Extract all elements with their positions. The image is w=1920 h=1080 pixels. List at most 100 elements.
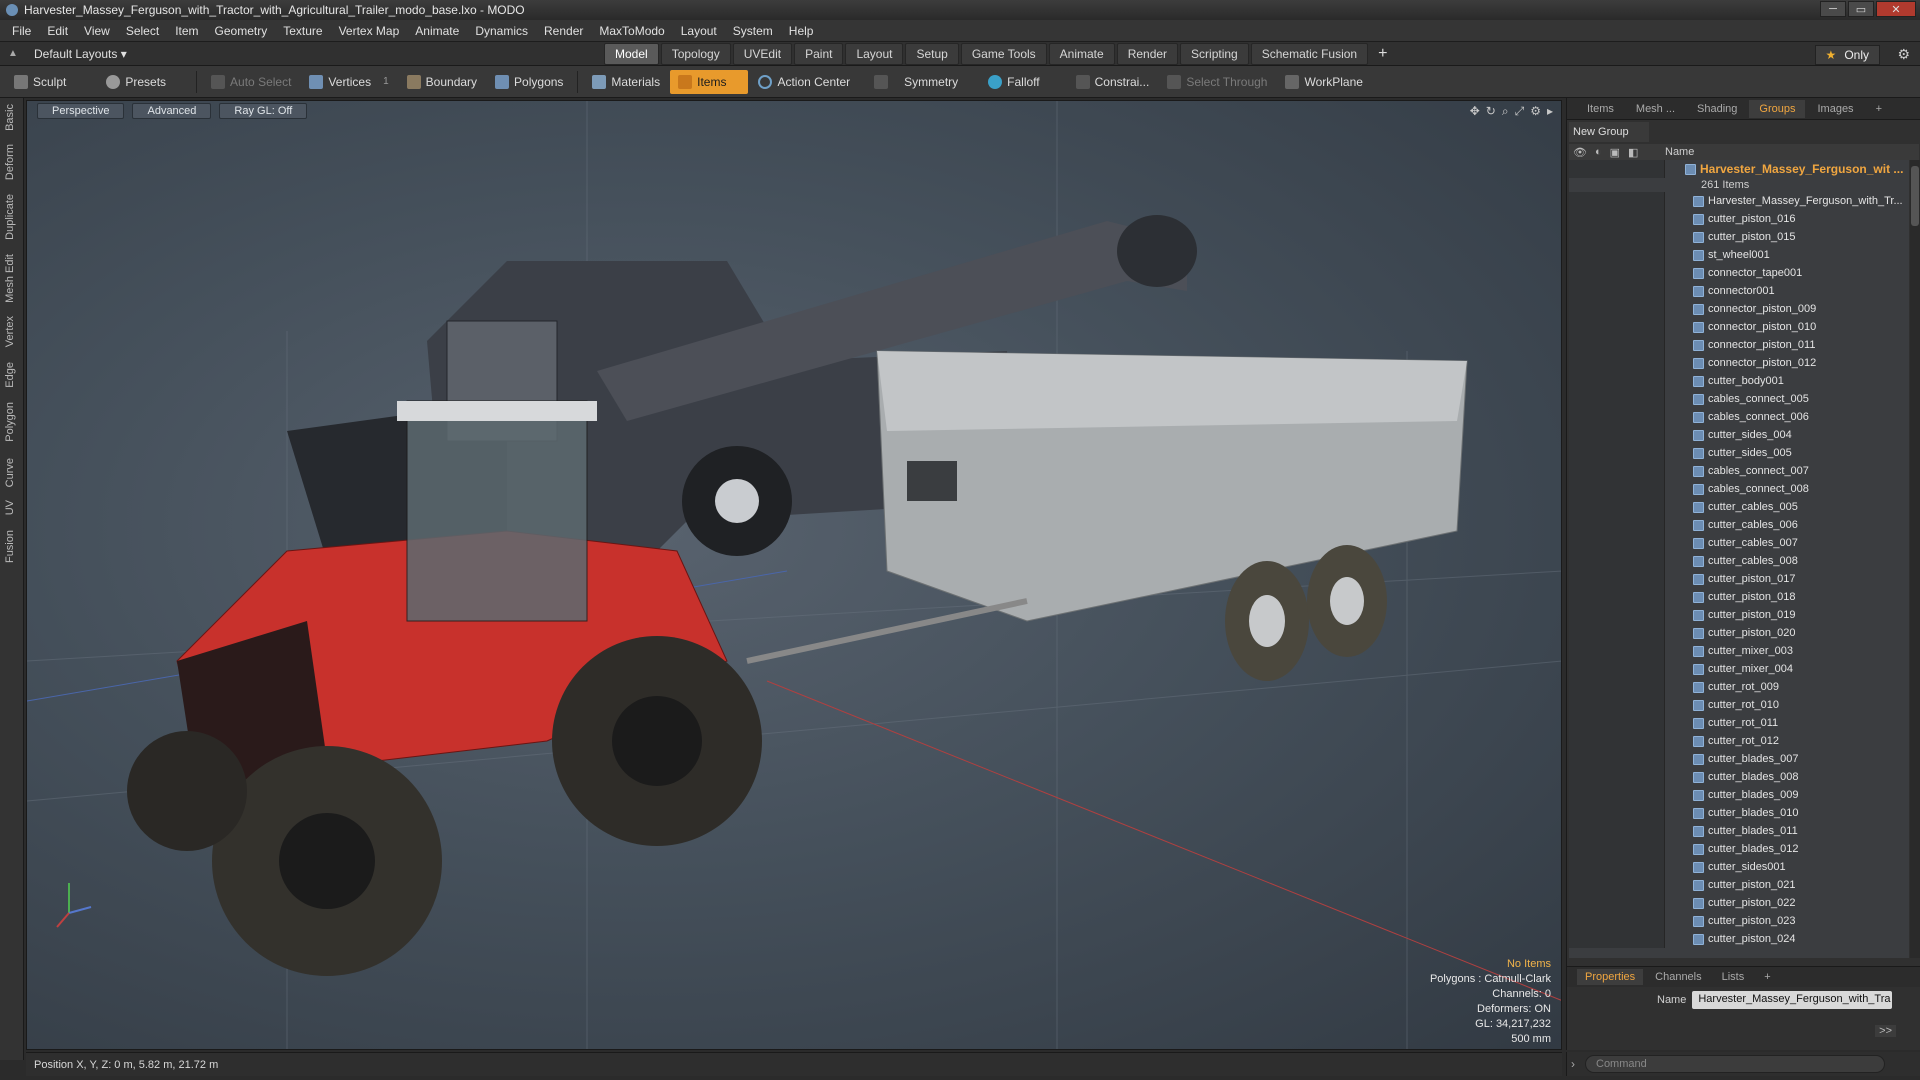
tab-model[interactable]: Model	[604, 43, 659, 65]
menu-view[interactable]: View	[76, 24, 118, 38]
list-item[interactable]: cables_connect_005	[1569, 390, 1909, 408]
tab-paint[interactable]: Paint	[794, 43, 844, 65]
menu-animate[interactable]: Animate	[407, 24, 467, 38]
name-field[interactable]: Harvester_Massey_Ferguson_with_Tra	[1692, 991, 1893, 1009]
layout-selector[interactable]: Default Layouts ▾	[34, 47, 127, 61]
polygons-button[interactable]: Polygons	[487, 70, 571, 94]
select-through-button[interactable]: Select Through	[1159, 70, 1275, 94]
tab-render[interactable]: Render	[1116, 43, 1179, 65]
lock-icon[interactable]: ▣	[1610, 146, 1620, 159]
list-item[interactable]: cutter_piston_023	[1569, 912, 1909, 930]
list-item[interactable]: cutter_blades_010	[1569, 804, 1909, 822]
tab-mesh[interactable]: Mesh ...	[1626, 100, 1685, 118]
gear-icon[interactable]: ⚙	[1897, 46, 1910, 63]
advanced-button[interactable]: Advanced	[132, 103, 212, 119]
menu-texture[interactable]: Texture	[275, 24, 330, 38]
new-group-button[interactable]: New Group	[1569, 122, 1649, 142]
vtab-deform[interactable]: Deform	[4, 144, 16, 180]
falloff-button[interactable]: Falloff	[980, 70, 1047, 94]
pan-icon[interactable]: ✥	[1470, 104, 1480, 119]
zoom-icon[interactable]: ⌕	[1502, 104, 1509, 119]
list-item[interactable]: connector_piston_012	[1569, 354, 1909, 372]
vtab-fusion[interactable]: Fusion	[4, 530, 16, 563]
vtab-mesh-edit[interactable]: Mesh Edit	[4, 254, 16, 303]
list-item[interactable]: cutter_rot_012	[1569, 732, 1909, 750]
only-button[interactable]: ★ Only	[1814, 45, 1880, 65]
list-item[interactable]: cutter_mixer_004	[1569, 660, 1909, 678]
vtab-basic[interactable]: Basic	[4, 104, 16, 131]
minimize-button[interactable]: ─	[1820, 1, 1846, 17]
maximize-button[interactable]: ▭	[1848, 1, 1874, 17]
menu-system[interactable]: System	[725, 24, 781, 38]
scrollbar-thumb[interactable]	[1911, 166, 1919, 226]
tab-animate[interactable]: Animate	[1048, 43, 1115, 65]
list-item[interactable]: cables_connect_008	[1569, 480, 1909, 498]
groups-scrollbar[interactable]	[1910, 160, 1920, 958]
action-center-button[interactable]: Action Center	[750, 70, 858, 94]
list-item[interactable]: st_wheel001	[1569, 246, 1909, 264]
add-properties-tab-icon[interactable]: +	[1756, 969, 1778, 985]
list-item[interactable]: Harvester_Massey_Ferguson_with_Tr...	[1569, 192, 1909, 210]
vtab-duplicate[interactable]: Duplicate	[4, 194, 16, 240]
list-item[interactable]: cutter_piston_020	[1569, 624, 1909, 642]
list-item[interactable]: cutter_piston_018	[1569, 588, 1909, 606]
list-item[interactable]: cutter_sides_005	[1569, 444, 1909, 462]
sculpt-button[interactable]: Sculpt	[6, 70, 74, 94]
vtab-vertex[interactable]: Vertex	[4, 316, 16, 347]
group-row[interactable]: Harvester_Massey_Ferguson_wit ...	[1569, 160, 1909, 178]
visibility-eye-icon[interactable]: 👁	[1573, 146, 1587, 159]
expand-button[interactable]: >>	[1875, 1025, 1896, 1037]
tab-scripting[interactable]: Scripting	[1180, 43, 1249, 65]
menu-select[interactable]: Select	[118, 24, 167, 38]
tab-topology[interactable]: Topology	[660, 43, 731, 65]
tab-images[interactable]: Images	[1807, 100, 1863, 118]
tab-layout[interactable]: Layout	[845, 43, 904, 65]
items-button[interactable]: Items	[670, 69, 749, 94]
materials-button[interactable]: Materials	[584, 70, 668, 94]
tab-setup[interactable]: Setup	[905, 43, 959, 65]
constraints-button[interactable]: Constrai...	[1068, 70, 1158, 94]
menu-geometry[interactable]: Geometry	[207, 24, 276, 38]
render-icon[interactable]: ◐	[1595, 146, 1602, 159]
vtab-uv[interactable]: UV	[4, 500, 16, 515]
list-item[interactable]: cutter_piston_016	[1569, 210, 1909, 228]
list-item[interactable]: cutter_body001	[1569, 372, 1909, 390]
list-item[interactable]: connector_tape001	[1569, 264, 1909, 282]
menu-file[interactable]: File	[4, 24, 39, 38]
list-item[interactable]: cutter_blades_012	[1569, 840, 1909, 858]
command-input[interactable]: Command	[1585, 1055, 1885, 1073]
tab-game-tools[interactable]: Game Tools	[960, 43, 1047, 65]
list-item[interactable]: cutter_sides001	[1569, 858, 1909, 876]
menu-help[interactable]: Help	[781, 24, 822, 38]
menu-vertex-map[interactable]: Vertex Map	[331, 24, 408, 38]
list-item[interactable]: cutter_piston_019	[1569, 606, 1909, 624]
perspective-button[interactable]: Perspective	[37, 103, 125, 119]
list-item[interactable]: cutter_piston_015	[1569, 228, 1909, 246]
list-item[interactable]: connector001	[1569, 282, 1909, 300]
list-item[interactable]: connector_piston_011	[1569, 336, 1909, 354]
fit-icon[interactable]: ⤢	[1515, 104, 1525, 119]
list-item[interactable]: cutter_sides_004	[1569, 426, 1909, 444]
menu-edit[interactable]: Edit	[39, 24, 76, 38]
list-item[interactable]: cutter_mixer_003	[1569, 642, 1909, 660]
list-item[interactable]: cutter_rot_010	[1569, 696, 1909, 714]
tab-properties[interactable]: Properties	[1577, 969, 1644, 985]
menu-maxtomodo[interactable]: MaxToModo	[591, 24, 672, 38]
list-item[interactable]: cutter_cables_008	[1569, 552, 1909, 570]
list-item[interactable]: cables_connect_006	[1569, 408, 1909, 426]
vtab-curve[interactable]: Curve	[4, 458, 16, 487]
close-button[interactable]: ✕	[1876, 1, 1916, 17]
auto-select-button[interactable]: Auto Select	[203, 70, 299, 94]
list-item[interactable]: cutter_piston_017	[1569, 570, 1909, 588]
list-item[interactable]: cables_connect_007	[1569, 462, 1909, 480]
3d-viewport[interactable]: Perspective Advanced Ray GL: Off ✥ ↻ ⌕ ⤢…	[26, 100, 1562, 1050]
workplane-button[interactable]: WorkPlane	[1277, 70, 1370, 94]
tab-groups[interactable]: Groups	[1749, 99, 1806, 118]
list-item[interactable]: cutter_piston_024	[1569, 930, 1909, 948]
list-item[interactable]: connector_piston_010	[1569, 318, 1909, 336]
list-item[interactable]: connector_piston_009	[1569, 300, 1909, 318]
viewport-settings-icon[interactable]: ⚙	[1530, 104, 1541, 119]
boundary-button[interactable]: Boundary	[399, 70, 485, 94]
list-item[interactable]: cutter_blades_009	[1569, 786, 1909, 804]
menu-render[interactable]: Render	[536, 24, 591, 38]
